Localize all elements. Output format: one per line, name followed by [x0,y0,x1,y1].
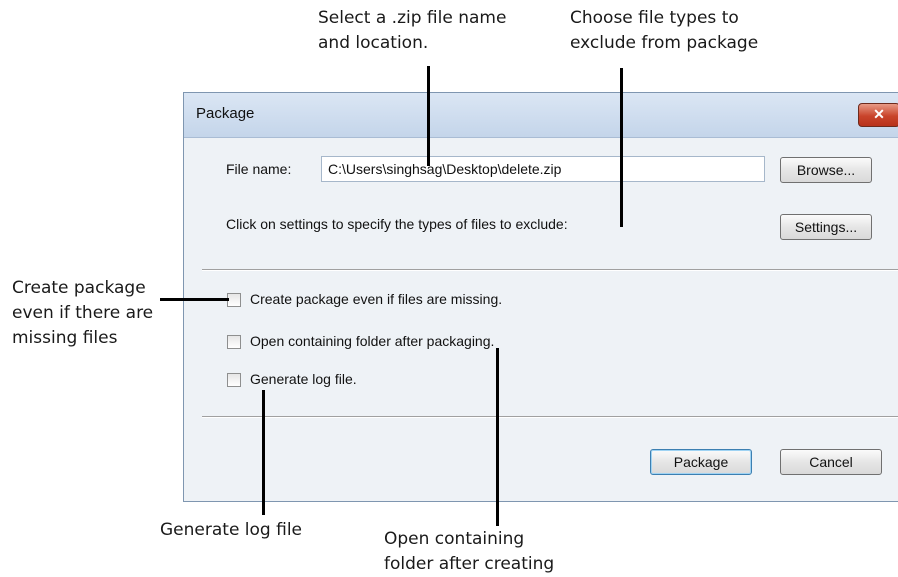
leader-line-select-zip [427,66,430,166]
title-bar[interactable]: Package ✕ [184,93,898,138]
callout-select-zip: Select a .zip file name and location. [318,8,507,53]
browse-button[interactable]: Browse... [780,157,872,183]
generate-log-label[interactable]: Generate log file. [250,371,357,387]
callout-create-missing: Create package even if there are missing… [12,278,154,348]
create-missing-label[interactable]: Create package even if files are missing… [250,291,502,307]
settings-description: Click on settings to specify the types o… [226,216,568,232]
callout-generate-log: Generate log file [160,520,303,540]
cancel-button[interactable]: Cancel [780,449,882,475]
separator-top [202,269,898,271]
generate-log-checkbox[interactable] [227,373,241,387]
separator-bottom [202,416,898,418]
file-name-input[interactable]: C:\Users\singhsag\Desktop\delete.zip [321,156,765,182]
package-dialog: Package ✕ File name: C:\Users\singhsag\D… [183,92,898,502]
open-folder-checkbox[interactable] [227,335,241,349]
leader-line-create-missing [160,298,229,301]
leader-line-open-folder [496,348,499,526]
create-missing-checkbox[interactable] [227,293,241,307]
file-name-label: File name: [226,161,292,177]
leader-line-generate-log [262,390,265,515]
close-button[interactable]: ✕ [858,103,898,127]
package-button[interactable]: Package [650,449,752,475]
open-folder-label[interactable]: Open containing folder after packaging. [250,333,494,349]
close-icon: ✕ [873,106,885,122]
dialog-title: Package [196,105,255,122]
callout-exclude-types: Choose file types to exclude from packag… [570,8,759,53]
settings-button[interactable]: Settings... [780,214,872,240]
leader-line-exclude-types [620,68,623,227]
callout-open-folder: Open containing folder after creating [384,529,555,574]
